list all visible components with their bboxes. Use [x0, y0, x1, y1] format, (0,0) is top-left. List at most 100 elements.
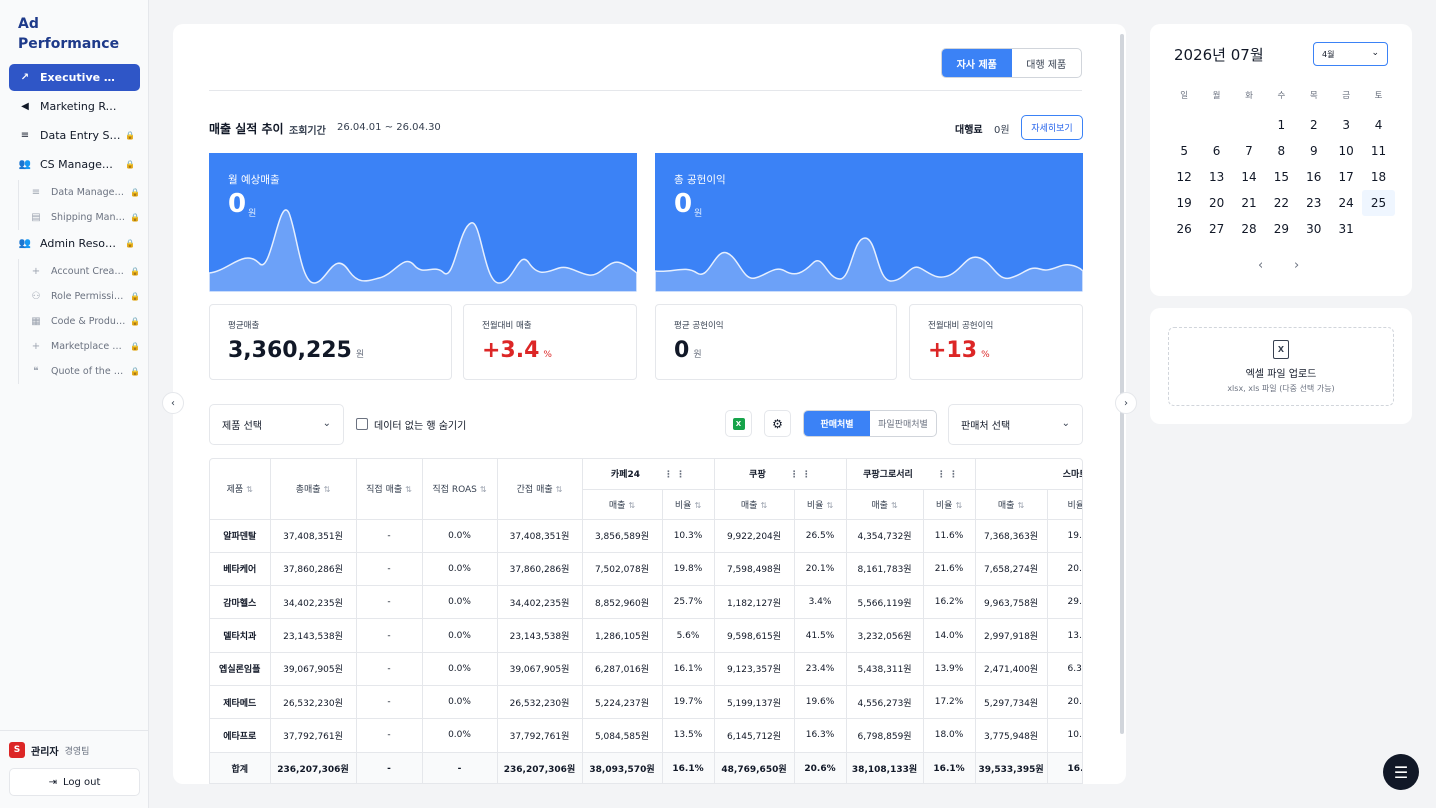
calendar-day[interactable]: 7: [1233, 138, 1265, 164]
sidebar-item-shipping-management[interactable]: ▤ Shipping Manage... 🔒: [19, 205, 140, 230]
cell-total: 39,067,905원: [270, 652, 357, 686]
menu-fab-button[interactable]: ☰: [1383, 754, 1419, 790]
sidebar-item-admin-resources[interactable]: 👥 Admin Resour... 🔒: [9, 230, 140, 257]
col-header-ratio[interactable]: 비율⇅: [794, 489, 847, 520]
calendar-day[interactable]: 13: [1200, 164, 1232, 190]
col-header-product[interactable]: 제품 ⇅: [210, 459, 271, 520]
settings-button[interactable]: ⚙: [764, 410, 791, 437]
calendar-day[interactable]: 14: [1233, 164, 1265, 190]
sidebar-item-account-creation[interactable]: + Account Creation 🔒: [19, 259, 140, 284]
cell-product: 감마헬스: [210, 585, 271, 620]
tab-own-products[interactable]: 자사 제품: [942, 49, 1012, 77]
calendar-day[interactable]: 23: [1298, 190, 1330, 216]
calendar-day[interactable]: 24: [1330, 190, 1362, 216]
calendar-day[interactable]: 6: [1200, 138, 1232, 164]
calendar-day[interactable]: 17: [1330, 164, 1362, 190]
logout-button[interactable]: ⇥ Log out: [9, 768, 140, 796]
excel-dropzone[interactable]: X 엑셀 파일 업로드 xlsx, xls 파일 (다중 선택 가능): [1168, 327, 1394, 406]
tab-by-channel[interactable]: 판매처별: [804, 411, 870, 436]
excel-export-button[interactable]: X: [725, 410, 752, 437]
calendar-day[interactable]: 10: [1330, 138, 1362, 164]
tab-agency-products[interactable]: 대행 제품: [1012, 49, 1082, 77]
calendar-day[interactable]: 27: [1200, 216, 1232, 242]
calendar-day[interactable]: 9: [1298, 138, 1330, 164]
vertical-scrollbar[interactable]: [1120, 34, 1124, 734]
column-menu-icon[interactable]: ⋮ ⋮: [937, 470, 958, 480]
col-header-sales[interactable]: 매출 ⇅: [975, 489, 1048, 520]
calendar-day[interactable]: 19: [1168, 190, 1200, 216]
column-menu-icon[interactable]: ⋮ ⋮: [790, 470, 811, 480]
col-header-direct[interactable]: 직접 매출 ⇅: [356, 459, 423, 520]
calendar-day[interactable]: 28: [1233, 216, 1265, 242]
calendar-prev-button[interactable]: ‹: [1258, 258, 1263, 273]
table-row[interactable]: 제타메드 26,532,230원 -0.0% 26,532,230원 5,224,237…: [210, 685, 1082, 720]
calendar-day[interactable]: 21: [1233, 190, 1265, 216]
col-header-sales[interactable]: 매출 ⇅: [582, 489, 663, 520]
table-row[interactable]: 엡실론임플 39,067,905원 -0.0% 39,067,905원 6,287,01…: [210, 652, 1082, 686]
col-header-sales[interactable]: 매출 ⇅: [714, 489, 795, 520]
calendar-day[interactable]: 25: [1362, 190, 1395, 216]
calendar-day[interactable]: 11: [1362, 138, 1394, 164]
sidebar-item-label: CS Manageme...: [40, 158, 122, 171]
col-header-roas[interactable]: 직접 ROAS ⇅: [422, 459, 498, 520]
sidebar-item-data-entry[interactable]: ≡ Data Entry Sta... 🔒: [9, 122, 140, 149]
product-select[interactable]: 제품 선택 ⌄: [209, 404, 344, 445]
sales-table-container[interactable]: 제품 ⇅ 총매출 ⇅ 직접 매출 ⇅ 직접 ROAS ⇅ 간접 매출 ⇅ 카페24 ⋮ ⋮ …: [209, 458, 1083, 784]
calendar-day[interactable]: 18: [1362, 164, 1394, 190]
calendar-day[interactable]: 29: [1265, 216, 1297, 242]
hide-empty-checkbox[interactable]: [356, 418, 368, 430]
cell-roas: -: [422, 752, 498, 783]
cell-sales: 9,963,758원: [975, 585, 1048, 620]
calendar-day[interactable]: 1: [1265, 112, 1297, 138]
col-header-sales[interactable]: 매출 ⇅: [846, 489, 924, 520]
calendar-day[interactable]: 16: [1298, 164, 1330, 190]
sidebar-item-label: Shipping Manage...: [51, 212, 128, 223]
channel-select[interactable]: 판매처 선택 ⌄: [948, 404, 1083, 445]
sidebar-item-cs-management[interactable]: 👥 CS Manageme... 🔒: [9, 151, 140, 178]
prev-page-button[interactable]: ‹: [162, 392, 184, 414]
calendar-day[interactable]: 5: [1168, 138, 1200, 164]
sidebar-item-code-product[interactable]: ▦ Code & Product R... 🔒: [19, 309, 140, 334]
month-select[interactable]: 4월 ⌄: [1313, 42, 1388, 66]
next-page-button[interactable]: ›: [1115, 392, 1137, 414]
total-row[interactable]: 합계 236,207,306원 - -236,207,306원 38,093,570원 1…: [210, 752, 1082, 783]
calendar-day[interactable]: 30: [1298, 216, 1330, 242]
sidebar-item-data-management[interactable]: ≡ Data Management 🔒: [19, 180, 140, 205]
calendar-day[interactable]: 15: [1265, 164, 1297, 190]
table-row[interactable]: 감마헬스 34,402,235원 -0.0% 34,402,235원 8,852,960…: [210, 585, 1082, 620]
calendar-next-button[interactable]: ›: [1294, 258, 1299, 273]
detail-button[interactable]: 자세히보기: [1021, 115, 1083, 140]
table-row[interactable]: 알파덴탈 37,408,351원 -0.0% 37,408,351원 3,856,589…: [210, 519, 1082, 553]
calendar-day[interactable]: 8: [1265, 138, 1297, 164]
app-logo[interactable]: Ad Performance: [18, 14, 119, 54]
column-menu-icon[interactable]: ⋮ ⋮: [664, 470, 685, 480]
calendar-day[interactable]: 26: [1168, 216, 1200, 242]
sidebar-item-role-permission[interactable]: ⚇ Role Permission S... 🔒: [19, 284, 140, 309]
hide-empty-label[interactable]: 데이터 없는 행 숨기기: [374, 417, 466, 432]
cell-indirect: 37,408,351원: [497, 519, 583, 553]
sidebar-item-executive-report[interactable]: ↗ Executive Report: [9, 64, 140, 91]
sidebar-item-marketing-report[interactable]: ◀ Marketing Report: [9, 93, 140, 120]
calendar-day[interactable]: 4: [1362, 112, 1394, 138]
col-header-total[interactable]: 총매출 ⇅: [270, 459, 357, 520]
calendar-day[interactable]: 31: [1330, 216, 1362, 242]
col-header-ratio[interactable]: 비율⇅: [1047, 489, 1082, 520]
calendar-day[interactable]: 22: [1265, 190, 1297, 216]
col-header-ratio[interactable]: 비율⇅: [662, 489, 715, 520]
cell-roas: 0.0%: [422, 585, 498, 620]
col-header-ratio[interactable]: 비율⇅: [923, 489, 976, 520]
tab-by-file-channel[interactable]: 파일판매처별: [870, 411, 936, 436]
sidebar-item-marketplace[interactable]: + Marketplace & M... 🔒: [19, 334, 140, 359]
sidebar-item-quote-of-the-day[interactable]: ❝ Quote of the Day 🔒: [19, 359, 140, 384]
table-row[interactable]: 델타치과 23,143,538원 -0.0% 23,143,538원 1,286,105…: [210, 618, 1082, 653]
calendar-day[interactable]: 3: [1330, 112, 1362, 138]
table-row[interactable]: 베타케어 37,860,286원 -0.0% 37,860,286원 7,502,078…: [210, 552, 1082, 587]
sidebar: Ad Performance ↗ Executive Report ◀ Mark…: [0, 0, 149, 808]
calendar-day[interactable]: 12: [1168, 164, 1200, 190]
calendar-day[interactable]: 20: [1200, 190, 1232, 216]
hero-unit: 원: [248, 209, 257, 219]
table-row[interactable]: 에타프로 37,792,761원 -0.0% 37,792,761원 5,084,585…: [210, 718, 1082, 753]
calendar-day[interactable]: 2: [1298, 112, 1330, 138]
stat-card-mom-sales: 전월대비 매출 +3.4%: [463, 304, 637, 380]
col-header-indirect[interactable]: 간접 매출 ⇅: [497, 459, 583, 520]
